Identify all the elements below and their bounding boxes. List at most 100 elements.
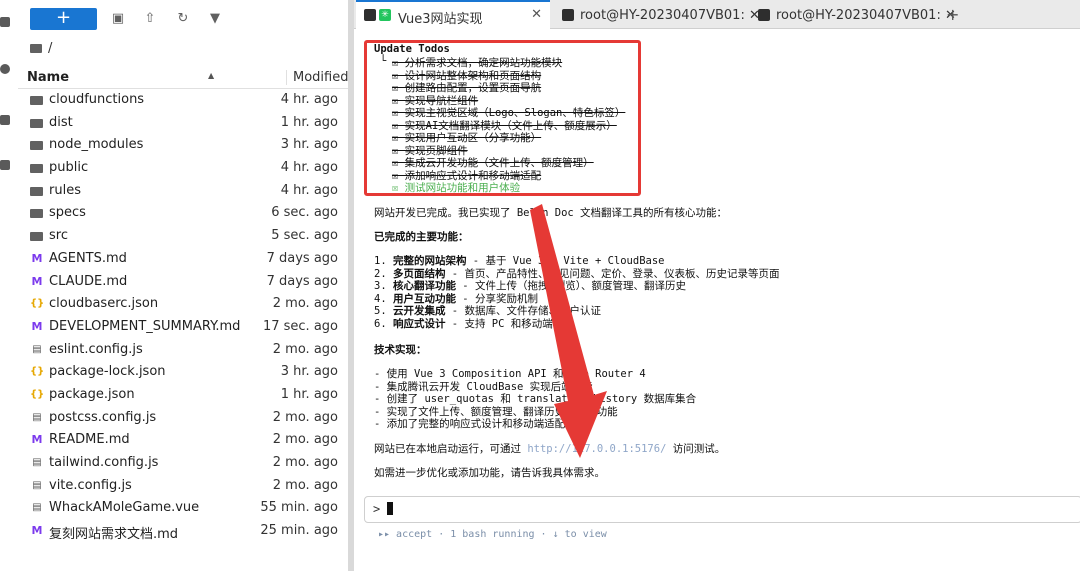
- file-row[interactable]: rules 4 hr. ago: [18, 180, 348, 203]
- file-name: CLAUDE.md: [49, 273, 128, 289]
- file-name: WhackAMoleGame.vue: [49, 500, 200, 516]
- file-row[interactable]: specs 6 sec. ago: [18, 202, 348, 225]
- file-row[interactable]: M AGENTS.md 7 days ago: [18, 248, 348, 271]
- file-row[interactable]: node_modules 3 hr. ago: [18, 134, 348, 157]
- markdown-icon: M: [31, 319, 43, 333]
- markdown-icon: M: [31, 433, 43, 447]
- file-name: postcss.config.js: [49, 409, 157, 425]
- sort-ascending-icon[interactable]: ▲: [208, 71, 214, 80]
- folder-icon: [30, 164, 43, 174]
- file-modified: 4 hr. ago: [280, 160, 338, 176]
- file-row[interactable]: public 4 hr. ago: [18, 157, 348, 180]
- file-name: node_modules: [49, 137, 144, 153]
- new-launcher-button[interactable]: +: [30, 8, 97, 30]
- file-modified: 3 hr. ago: [280, 364, 338, 380]
- js-file-icon: ▤: [32, 411, 42, 423]
- file-modified: 1 hr. ago: [280, 114, 338, 130]
- file-row[interactable]: dist 1 hr. ago: [18, 112, 348, 135]
- commands-icon[interactable]: [0, 115, 10, 125]
- json-icon: {}: [30, 388, 45, 400]
- file-row[interactable]: src 5 sec. ago: [18, 225, 348, 248]
- file-row[interactable]: ▤ eslint.config.js 2 mo. ago: [18, 339, 348, 362]
- file-name: DEVELOPMENT_SUMMARY.md: [49, 318, 241, 334]
- file-name: specs: [49, 205, 86, 221]
- js-file-icon: ▤: [32, 457, 42, 468]
- file-row[interactable]: ▤ WhackAMoleGame.vue 55 min. ago: [18, 497, 348, 520]
- file-name: tailwind.config.js: [49, 455, 159, 470]
- file-modified: 2 mo. ago: [272, 455, 338, 470]
- file-name: vite.config.js: [49, 477, 132, 493]
- file-modified: 55 min. ago: [260, 500, 338, 516]
- folder-icon: [30, 118, 43, 128]
- file-name: dist: [49, 114, 73, 130]
- file-modified: 2 mo. ago: [272, 409, 338, 425]
- file-row[interactable]: M README.md 2 mo. ago: [18, 429, 348, 452]
- markdown-icon: M: [31, 274, 43, 288]
- markdown-icon: M: [31, 251, 43, 265]
- file-modified: 25 min. ago: [260, 523, 338, 539]
- name-column-header[interactable]: Name: [27, 70, 69, 85]
- js-file-icon: ▤: [32, 479, 42, 491]
- file-name: README.md: [49, 432, 130, 448]
- file-row[interactable]: ▤ tailwind.config.js 2 mo. ago: [18, 452, 348, 475]
- folder-icon: [30, 44, 42, 53]
- file-modified: 2 mo. ago: [272, 341, 338, 357]
- filter-icon[interactable]: ▼: [207, 11, 223, 27]
- red-arrow-annotation: [530, 204, 607, 458]
- folder-icon: [30, 186, 43, 196]
- file-name: 复刻网站需求文档.md: [49, 527, 179, 543]
- file-modified: 5 sec. ago: [271, 228, 338, 244]
- file-name: package.json: [49, 386, 135, 402]
- file-name: cloudbaserc.json: [49, 296, 159, 312]
- vue-file-icon: ▤: [32, 502, 42, 514]
- file-modified: 3 hr. ago: [280, 137, 338, 153]
- file-row[interactable]: ▤ postcss.config.js 2 mo. ago: [18, 407, 348, 430]
- folder-icon: [30, 96, 43, 105]
- activity-bar: [0, 0, 14, 571]
- file-modified: 2 mo. ago: [272, 296, 338, 312]
- js-file-icon: ▤: [32, 343, 42, 355]
- file-modified: 7 days ago: [266, 273, 338, 289]
- json-icon: {}: [30, 366, 45, 378]
- terminal-panel: ✳ Vue3网站实现 ✕ root@HY-20230407VB01: ✕ roo…: [354, 0, 1080, 571]
- markdown-icon: M: [31, 524, 43, 538]
- folder-icon: [30, 209, 43, 219]
- file-row[interactable]: ▤ vite.config.js 2 mo. ago: [18, 475, 348, 498]
- file-name: public: [49, 160, 89, 176]
- file-list-header: Name ▲ Modified: [18, 66, 348, 89]
- file-modified: 2 mo. ago: [272, 477, 338, 493]
- file-row[interactable]: M CLAUDE.md 7 days ago: [18, 271, 348, 294]
- file-modified: 6 sec. ago: [271, 205, 338, 221]
- file-row[interactable]: {} package.json 1 hr. ago: [18, 384, 348, 407]
- file-modified: 4 hr. ago: [280, 92, 338, 107]
- refresh-icon[interactable]: ↻: [175, 11, 191, 27]
- modified-column-header[interactable]: Modified: [286, 70, 348, 85]
- json-icon: {}: [30, 298, 45, 310]
- file-name: AGENTS.md: [49, 250, 127, 266]
- extensions-icon[interactable]: [0, 160, 10, 170]
- file-modified: 4 hr. ago: [280, 182, 338, 198]
- file-browser-panel: + ▣ ⇧ ↻ ▼ / Name ▲ Modified cloudfunctio…: [0, 0, 348, 571]
- file-name: cloudfunctions: [49, 92, 145, 107]
- breadcrumb[interactable]: /: [30, 41, 52, 56]
- file-modified: 17 sec. ago: [262, 318, 338, 334]
- file-name: eslint.config.js: [49, 341, 143, 357]
- file-row[interactable]: M 复刻网站需求文档.md 25 min. ago: [18, 520, 348, 543]
- file-modified: 1 hr. ago: [280, 386, 338, 402]
- upload-icon[interactable]: ⇧: [142, 11, 158, 27]
- file-row[interactable]: {} cloudbaserc.json 2 mo. ago: [18, 293, 348, 316]
- running-icon[interactable]: [0, 64, 10, 74]
- file-name: package-lock.json: [49, 364, 166, 380]
- file-list: cloudfunctions 4 hr. ago dist 1 hr. ago node…: [18, 89, 348, 543]
- file-modified: 2 mo. ago: [272, 432, 338, 448]
- file-row[interactable]: M DEVELOPMENT_SUMMARY.md 17 sec. ago: [18, 316, 348, 339]
- file-name: src: [49, 228, 68, 244]
- folder-icon: [30, 141, 43, 151]
- file-row[interactable]: cloudfunctions 4 hr. ago: [18, 89, 348, 112]
- new-folder-icon[interactable]: ▣: [110, 11, 126, 27]
- file-name: rules: [49, 182, 81, 198]
- file-row[interactable]: {} package-lock.json 3 hr. ago: [18, 361, 348, 384]
- folder-icon[interactable]: [0, 17, 10, 27]
- file-modified: 7 days ago: [266, 250, 338, 266]
- folder-icon: [30, 232, 43, 242]
